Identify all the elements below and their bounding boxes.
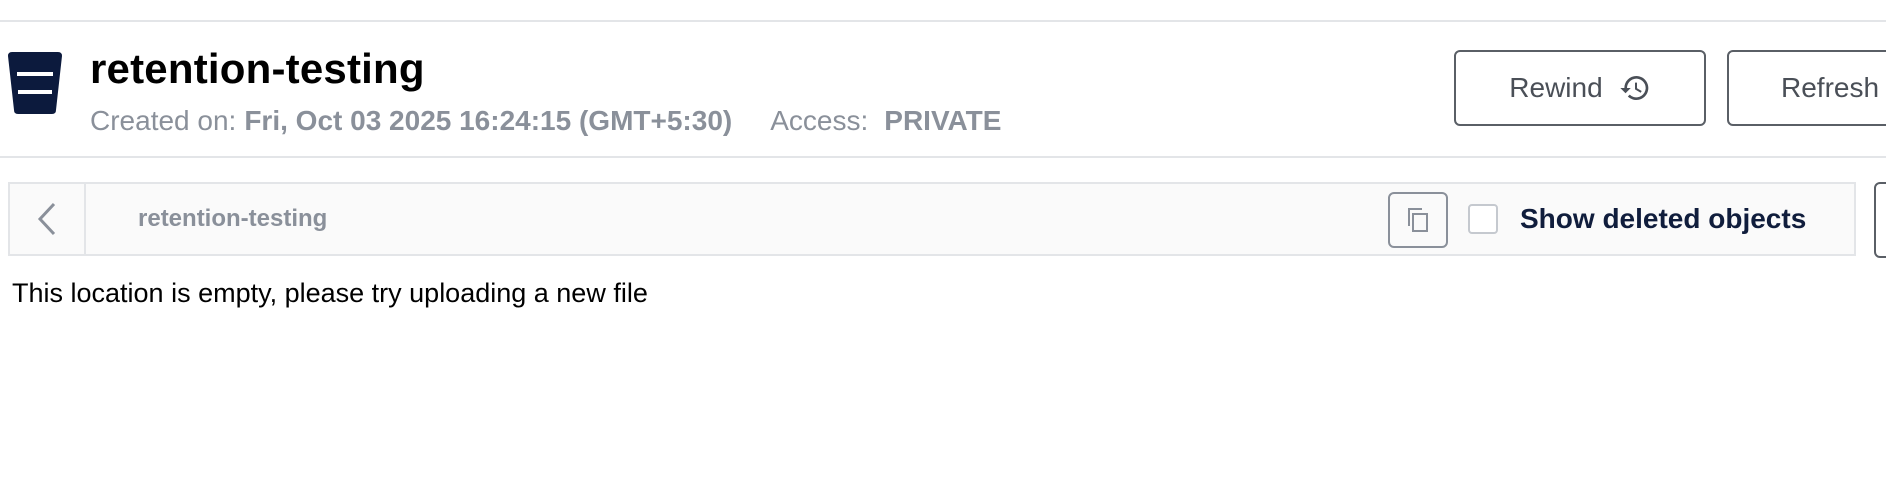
header-divider xyxy=(0,156,1886,158)
created-value: Fri, Oct 03 2025 16:24:15 (GMT+5:30) xyxy=(244,105,733,136)
top-divider xyxy=(0,20,1886,22)
bucket-title: retention-testing xyxy=(90,45,425,92)
chevron-left-icon xyxy=(37,202,56,236)
access-label: Access: xyxy=(770,105,869,136)
history-icon xyxy=(1620,76,1649,100)
show-deleted-checkbox[interactable] xyxy=(1468,204,1498,234)
breadcrumb-bar: retention-testing Show deleted objects xyxy=(8,182,1856,256)
bucket-detail-page: retention-testing Created on: Fri, Oct 0… xyxy=(0,0,1886,488)
bucket-icon xyxy=(8,52,62,114)
empty-state-message: This location is empty, please try uploa… xyxy=(12,278,648,308)
toolbar-button-offscreen[interactable] xyxy=(1874,182,1886,258)
show-deleted-label[interactable]: Show deleted objects xyxy=(1520,184,1806,254)
rewind-button-label: Rewind xyxy=(1509,72,1603,103)
copy-path-button[interactable] xyxy=(1388,192,1448,248)
breadcrumb-path[interactable]: retention-testing xyxy=(138,184,327,254)
back-button[interactable] xyxy=(10,184,86,254)
created-label: Created on: xyxy=(90,105,237,136)
refresh-button[interactable]: Refresh xyxy=(1727,50,1886,126)
rewind-button[interactable]: Rewind xyxy=(1454,50,1706,126)
refresh-button-label: Refresh xyxy=(1781,72,1880,103)
copy-icon xyxy=(1408,208,1428,232)
access-value: PRIVATE xyxy=(884,105,1002,136)
bucket-meta: Created on: Fri, Oct 03 2025 16:24:15 (G… xyxy=(90,104,1001,138)
